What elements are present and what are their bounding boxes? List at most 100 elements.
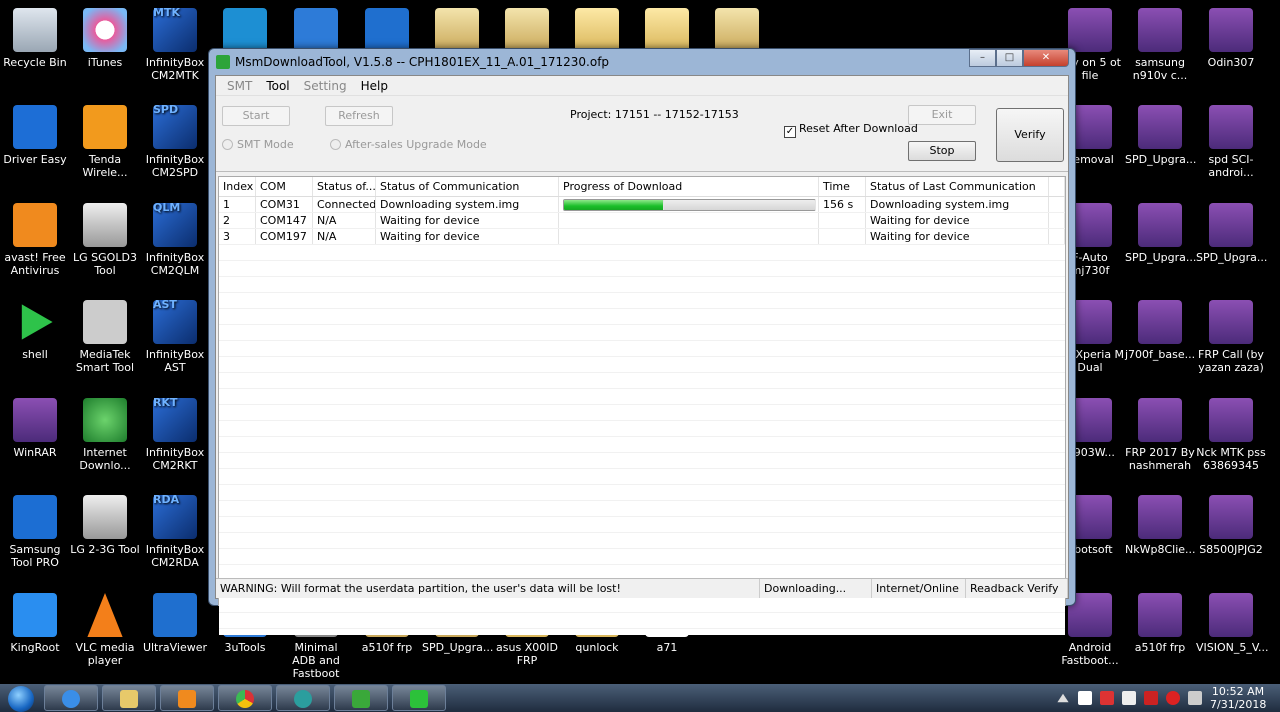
desktop-icon-ast[interactable]: AST InfinityBox AST [140,298,210,374]
desktop-icon-avast[interactable]: avast! Free Antivirus [0,203,70,277]
desktop-icon-rar-archive[interactable]: SPD_Upgra... [1125,203,1196,264]
table-empty-rows [219,245,1065,635]
desktop-icon-rar-archive[interactable]: SPD_Upgra... [1125,105,1196,166]
desktop-icon-label: samsung n910v c... [1132,56,1188,82]
desktop-icon-rar-archive[interactable]: NkWp8Clie... [1125,495,1196,556]
cell-index: 1 [219,197,256,212]
smt-mode-label: SMT Mode [237,138,294,151]
desktop-icon-cm2rkt[interactable]: RKT InfinityBox CM2RKT [140,396,210,472]
minimize-button[interactable]: – [969,49,996,67]
taskbar-chrome[interactable] [218,685,272,711]
close-button[interactable]: ✕ [1023,49,1069,67]
col-time[interactable]: Time [819,177,866,196]
desktop-icon-itunes[interactable]: iTunes [70,8,140,69]
desktop-icon-samsung-tool[interactable]: Samsung Tool PRO [0,495,70,569]
taskbar-android-tool[interactable] [334,685,388,711]
app-download-icon [216,55,230,69]
reset-after-download-checkbox[interactable]: ✓ Reset After Download [784,122,918,138]
desktop-icon-lg-23g[interactable]: LG 2-3G Tool [70,495,140,556]
chrome-icon [236,690,254,708]
after-sales-mode-radio[interactable]: After-sales Upgrade Mode [330,138,487,151]
col-progress[interactable]: Progress of Download [559,177,819,196]
desktop-icon-label: Nck MTK pss 63869345 [1196,446,1266,472]
desktop-icon-label: LG SGOLD3 Tool [73,251,137,277]
desktop-icon-mediatek[interactable]: MediaTek Smart Tool [70,300,140,374]
desktop-icon-recycle-bin[interactable]: Recycle Bin [0,8,70,69]
volume-icon[interactable] [1188,691,1202,705]
desktop-icon-rar-archive[interactable]: spd SCI-androi... [1196,105,1266,179]
smt-mode-radio[interactable]: SMT Mode [222,138,294,151]
table-row[interactable]: 1 COM31 Connected Downloading system.img 156… [219,197,1065,213]
menu-tool[interactable]: Tool [259,76,296,95]
desktop-icon-idm[interactable]: Internet Downlo... [70,398,140,472]
desktop-icon-label: S8500JPJG2 [1199,543,1263,556]
desktop-icon-kingroot[interactable]: KingRoot [0,593,70,654]
stop-button[interactable]: Stop [908,141,976,161]
rar-archive-icon [1209,8,1253,52]
shortcut-icon [435,8,479,52]
antivirus-icon[interactable] [1100,691,1114,705]
avast-icon [13,203,57,247]
desktop-icon-label: Android Fastboot... [1061,641,1119,667]
desktop-icon-rar-archive[interactable]: j700f_base... [1125,300,1195,361]
desktop-icon-shell[interactable]: shell [0,300,70,361]
menu-setting[interactable]: Setting [297,76,354,95]
show-hidden-icons-icon[interactable] [1057,693,1069,703]
start-button[interactable]: Start [222,106,290,126]
clock[interactable]: 10:52 AM 7/31/2018 [1210,685,1266,711]
col-com[interactable]: COM [256,177,313,196]
desktop-icon-cm2mtk[interactable]: MTK InfinityBox CM2MTK [140,6,210,82]
desktop-icon-label: Internet Downlo... [79,446,131,472]
menu-help[interactable]: Help [354,76,395,95]
desktop-icon-rar-archive[interactable]: SPD_Upgra... [1196,203,1268,264]
refresh-button[interactable]: Refresh [325,106,393,126]
verify-button[interactable]: Verify [996,108,1064,162]
table-row[interactable]: 2 COM147 N/A Waiting for device Waiting for … [219,213,1065,229]
menu-bar: SMT Tool Setting Help [216,76,1068,96]
maximize-button[interactable]: □ [996,49,1023,67]
table-row[interactable]: 3 COM197 N/A Waiting for device Waiting for … [219,229,1065,245]
status-readback: Readback Verify [966,579,1068,598]
desktop-icon-label: InfinityBox AST [145,348,205,374]
desktop-icon-winrar[interactable]: WinRAR [0,398,70,459]
col-status-communication[interactable]: Status of Communication [376,177,559,196]
desktop-icon-ultraviewer[interactable]: UltraViewer [140,593,210,654]
desktop-icon-rar-archive[interactable]: S8500JPJG2 [1196,495,1266,556]
menu-smt[interactable]: SMT [220,76,259,95]
mail-icon[interactable] [1144,691,1158,705]
desktop-icon-rar-archive[interactable]: Odin307 [1196,8,1266,69]
taskbar-ie[interactable] [44,685,98,711]
desktop-icon-rar-archive[interactable]: FRP 2017 By nashmerah [1125,398,1195,472]
desktop-icon-cm2spd[interactable]: SPD InfinityBox CM2SPD [140,103,210,179]
desktop-icon-label: SPD_Upgra... [1196,251,1268,264]
flag-icon[interactable] [1078,691,1092,705]
taskbar-msm-download[interactable] [392,685,446,711]
desktop-icon-rar-archive[interactable]: Nck MTK pss 63869345 [1196,398,1266,472]
col-last-communication[interactable]: Status of Last Communication [866,177,1049,196]
taskbar-cm2[interactable] [276,685,330,711]
desktop-icon-lg-sgold3[interactable]: LG SGOLD3 Tool [70,203,140,277]
col-index[interactable]: Index [219,177,256,196]
network-icon[interactable] [1122,691,1136,705]
desktop-icon-cm2rda[interactable]: RDA InfinityBox CM2RDA [140,493,210,569]
table-body: 1 COM31 Connected Downloading system.img 156… [219,197,1065,245]
desktop-icon-label: Recycle Bin [3,56,67,69]
start-button[interactable] [0,684,44,712]
desktop-icon-tenda[interactable]: Tenda Wirele... [70,105,140,179]
desktop-icon-rar-archive[interactable]: FRP Call (by yazan zaza) [1196,300,1266,374]
taskbar-media[interactable] [160,685,214,711]
col-status[interactable]: Status of... [313,177,376,196]
device-table: Index COM Status of... Status of Communi… [218,176,1066,635]
desktop-icon-rar-archive[interactable]: samsung n910v c... [1125,8,1195,82]
desktop-icon-driver-easy[interactable]: Driver Easy [0,105,70,166]
desktop-icon-vlc[interactable]: VLC media player [70,593,140,667]
clock-date: 7/31/2018 [1210,698,1267,711]
taskbar-explorer[interactable] [102,685,156,711]
exit-button[interactable]: Exit [908,105,976,125]
app-tray-icon[interactable] [1166,691,1180,705]
desktop-icon-rar-archive[interactable]: VISION_5_V... [1196,593,1268,654]
clock-time: 10:52 AM [1211,685,1265,698]
desktop-icon-cm2qlm[interactable]: QLM InfinityBox CM2QLM [140,201,210,277]
desktop-icon-rar-archive[interactable]: a510f frp [1125,593,1195,654]
title-bar[interactable]: MsmDownloadTool, V1.5.8 -- CPH1801EX_11_… [209,49,1075,75]
